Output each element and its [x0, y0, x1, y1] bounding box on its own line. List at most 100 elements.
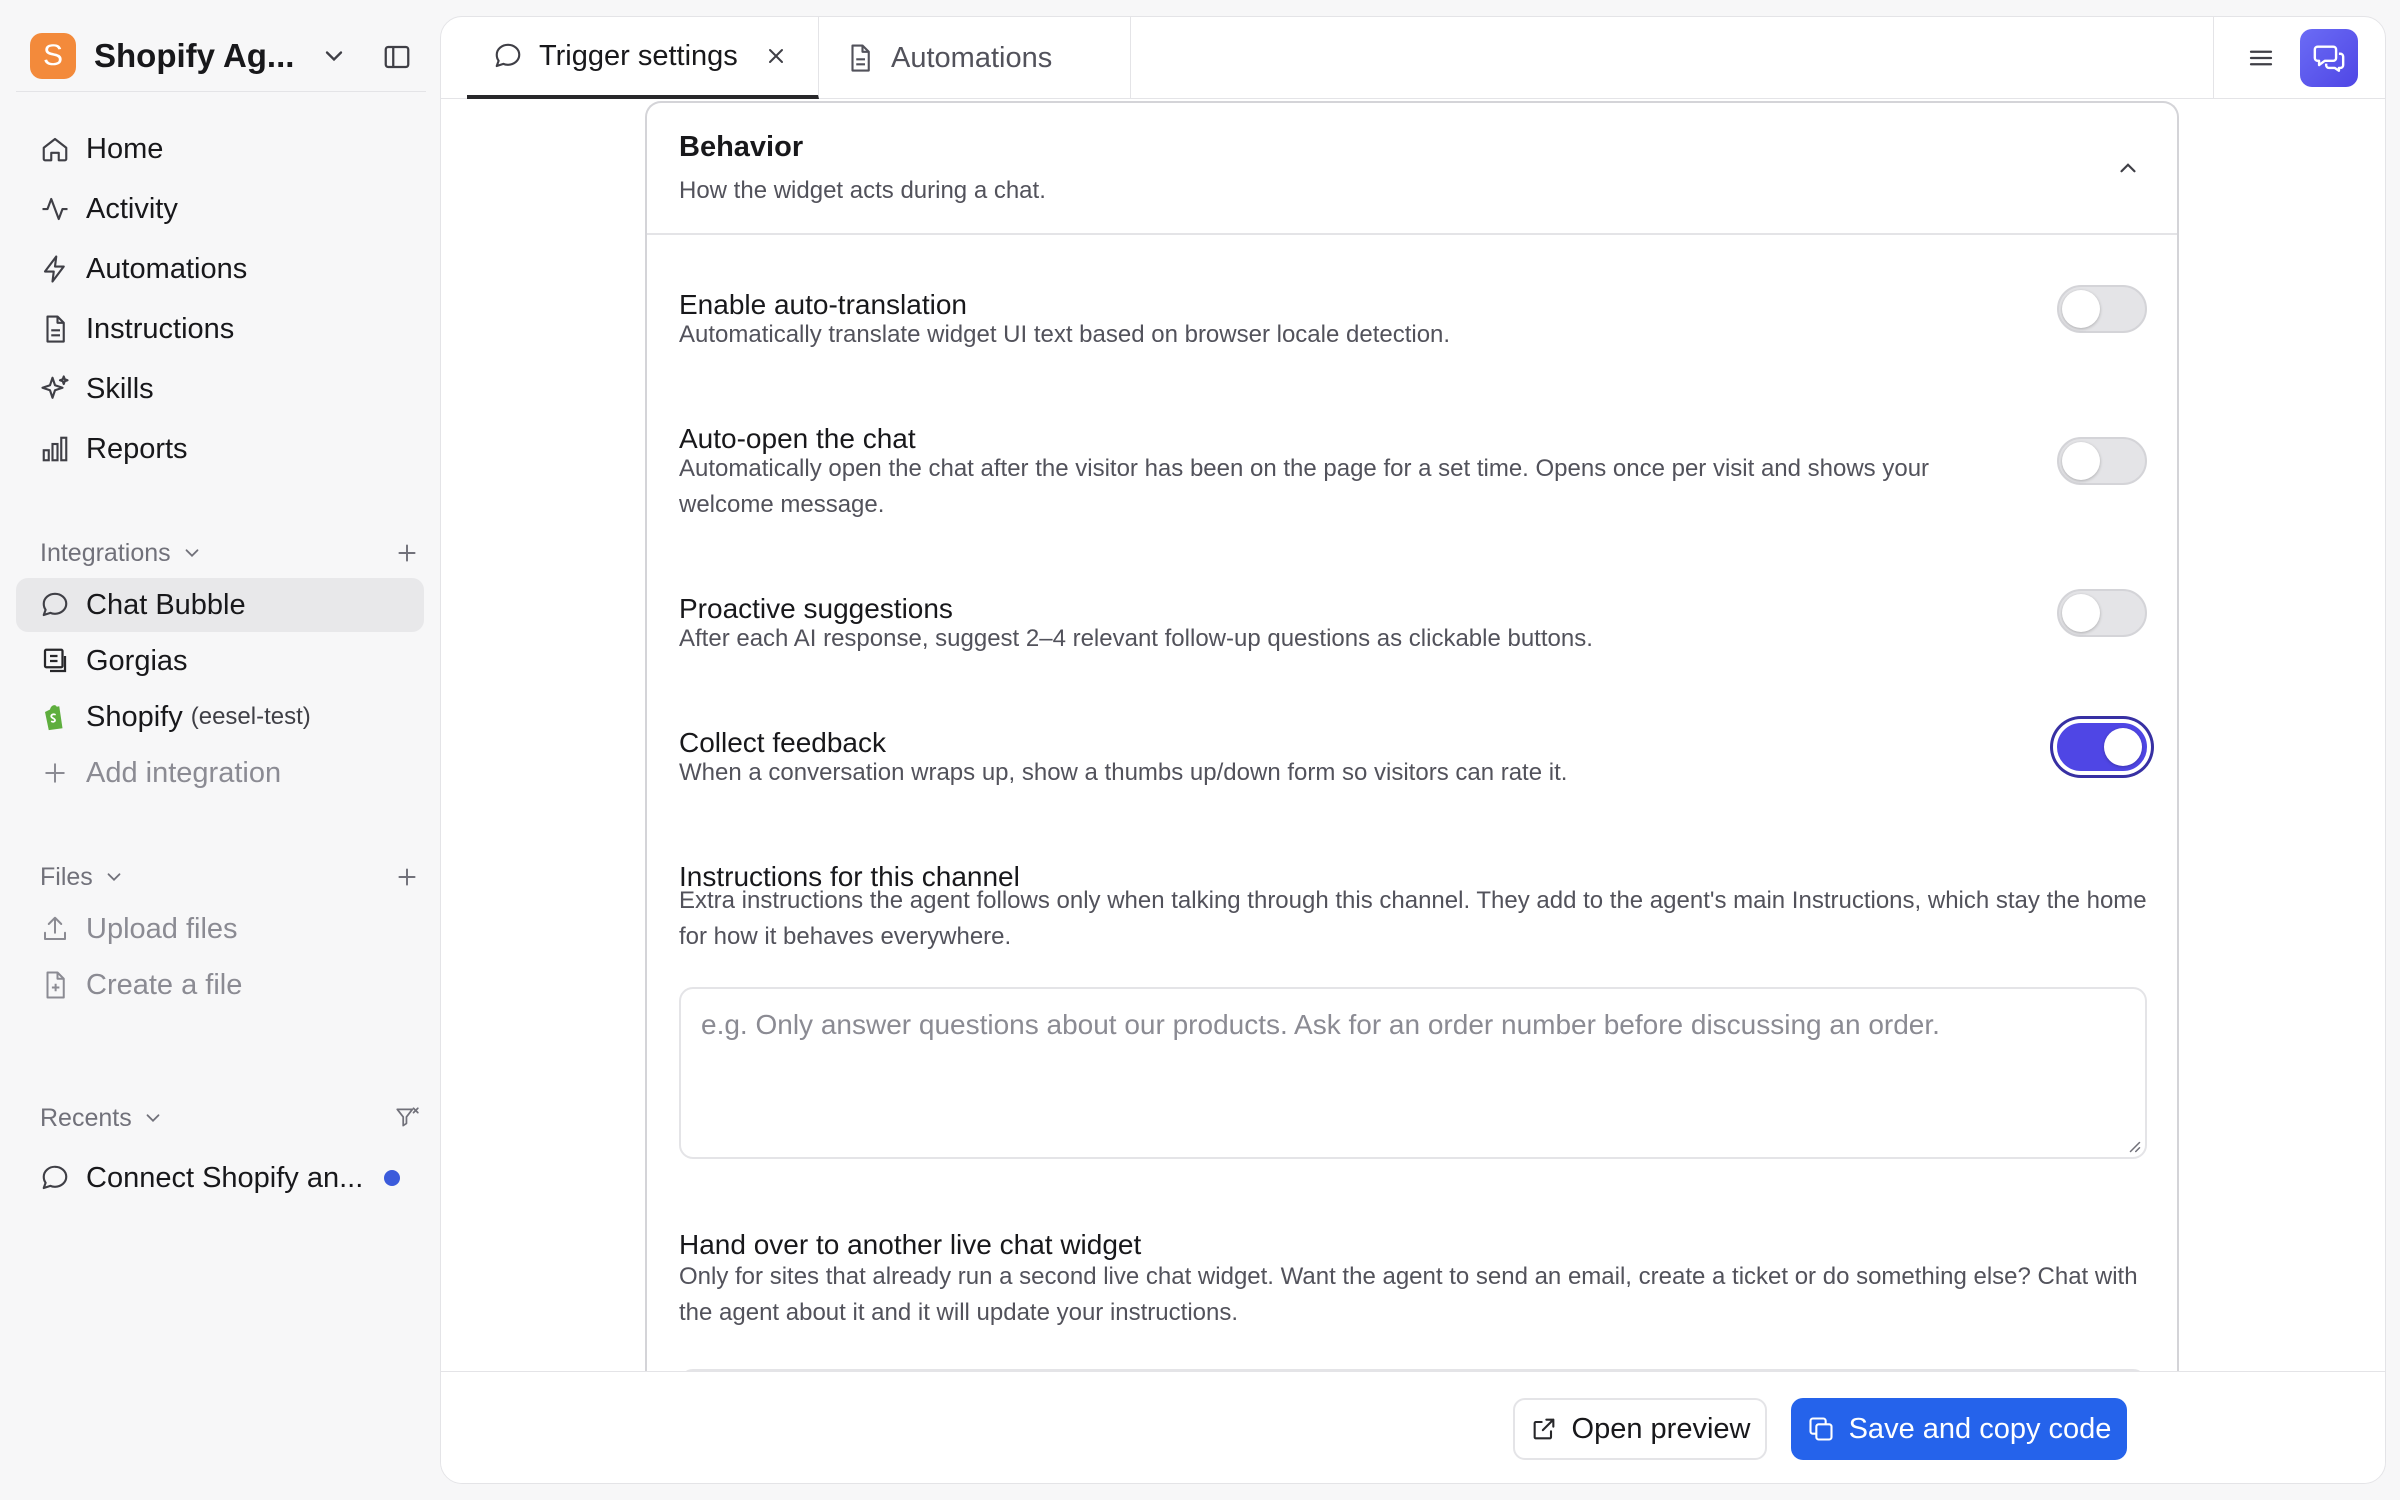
- toggle-knob: [2062, 594, 2100, 632]
- chevron-down-icon[interactable]: [320, 42, 348, 70]
- tab-automations[interactable]: Automations: [819, 17, 1131, 99]
- workspace-name: Shopify Ag...: [94, 36, 295, 74]
- sidebar-item-label: Shopify: [86, 700, 183, 733]
- button-label: Save and copy code: [1848, 1412, 2112, 1445]
- save-and-copy-button[interactable]: Save and copy code: [1791, 1398, 2127, 1460]
- chat-bubbles-icon: [2313, 45, 2345, 72]
- document-icon: [851, 44, 870, 72]
- chat-bubble-icon: [495, 43, 521, 68]
- shopify-store-name: (eesel-test): [190, 703, 311, 730]
- create-file-button[interactable]: Create a file: [16, 958, 424, 1012]
- plus-icon[interactable]: [394, 864, 420, 890]
- setting-description: After each AI response, suggest 2–4 rele…: [679, 625, 1593, 652]
- footer-bar: Open preview Save and copy code: [441, 1371, 2385, 1483]
- plus-icon[interactable]: [394, 540, 420, 566]
- sidebar-item-label: Activity: [86, 192, 178, 225]
- setting-description: Automatically open the chat after the vi…: [679, 455, 1930, 518]
- file-plus-icon: [46, 971, 65, 999]
- toggle-knob: [2062, 442, 2100, 480]
- chevron-up-icon[interactable]: [2115, 155, 2141, 181]
- unread-dot: [384, 1170, 400, 1186]
- button-label: Open preview: [1571, 1412, 1751, 1445]
- setting-description: Automatically translate widget UI text b…: [679, 321, 1451, 348]
- sidebar-item-activity[interactable]: Activity: [16, 182, 424, 236]
- sidebar-item-label: Chat Bubble: [86, 588, 246, 621]
- add-integration-button[interactable]: Add integration: [16, 746, 424, 800]
- sidebar-item-label: Gorgias: [86, 644, 188, 677]
- chat-bubble-icon: [42, 592, 68, 617]
- sidebar-item-label: Connect Shopify an...: [86, 1161, 364, 1194]
- section-title: Integrations: [40, 538, 171, 567]
- open-preview-button[interactable]: Open preview: [1513, 1398, 1767, 1460]
- workspace-logo: S: [30, 32, 76, 79]
- sidebar-item-chat-bubble[interactable]: Chat Bubble: [16, 578, 424, 632]
- recent-conversation-item[interactable]: Connect Shopify an...: [16, 1151, 424, 1205]
- recents-section-header[interactable]: Recents: [40, 1098, 420, 1138]
- resize-handle-icon[interactable]: [2123, 1135, 2141, 1153]
- sidebar-item-gorgias[interactable]: Gorgias: [16, 634, 424, 688]
- auto-translation-toggle[interactable]: [2057, 285, 2147, 333]
- sidebar-item-label: Add integration: [86, 756, 282, 789]
- sidebar-toggle-icon[interactable]: [382, 42, 412, 72]
- section-title: Recents: [40, 1103, 132, 1132]
- sidebar-item-home[interactable]: Home: [16, 122, 424, 176]
- toggle-knob: [2104, 728, 2142, 766]
- tab-label: Automations: [891, 41, 1053, 74]
- bar-chart-icon: [42, 436, 68, 462]
- instructions-description: Extra instructions the agent follows onl…: [679, 887, 2147, 950]
- sidebar-item-label: Upload files: [86, 912, 238, 945]
- upload-icon: [44, 916, 66, 940]
- chat-bubble-icon: [42, 1165, 68, 1190]
- chat-panel-button[interactable]: [2300, 29, 2358, 87]
- tab-actions: [2213, 17, 2385, 99]
- menu-icon[interactable]: [2246, 43, 2276, 73]
- proactive-suggestions-toggle[interactable]: [2057, 589, 2147, 637]
- sidebar-item-instructions[interactable]: Instructions: [16, 302, 424, 356]
- tab-label: Trigger settings: [539, 39, 738, 72]
- activity-icon: [42, 197, 68, 221]
- gorgias-icon: [43, 648, 67, 673]
- document-icon: [46, 315, 65, 343]
- section-title: Files: [40, 862, 93, 891]
- card-subtitle: How the widget acts during a chat.: [679, 177, 1046, 204]
- home-icon: [42, 137, 68, 162]
- handover-title: Hand over to another live chat widget: [679, 1229, 1142, 1260]
- setting-description: When a conversation wraps up, show a thu…: [679, 759, 1568, 786]
- sidebar-item-reports[interactable]: Reports: [16, 422, 424, 476]
- sidebar-item-label: Create a file: [86, 968, 243, 1001]
- textarea-placeholder: e.g. Only answer questions about our pro…: [701, 1009, 1940, 1040]
- sidebar-item-label: Home: [86, 132, 164, 165]
- copy-icon: [1809, 1417, 1833, 1441]
- behavior-card-header[interactable]: Behavior How the widget acts during a ch…: [647, 103, 2177, 235]
- upload-files-button[interactable]: Upload files: [16, 902, 424, 956]
- channel-instructions-textarea[interactable]: e.g. Only answer questions about our pro…: [679, 987, 2147, 1159]
- tab-bar: Trigger settings Automations: [441, 17, 2385, 99]
- chevron-down-icon: [185, 549, 199, 558]
- chevron-down-icon: [107, 873, 121, 882]
- sidebar-item-label: Skills: [86, 372, 154, 405]
- sidebar-item-automations[interactable]: Automations: [16, 242, 424, 296]
- integrations-section-header[interactable]: Integrations: [40, 533, 420, 573]
- sparkles-icon: [41, 375, 69, 399]
- plus-icon: [45, 763, 65, 783]
- shopify-icon: [45, 705, 63, 731]
- tab-trigger-settings[interactable]: Trigger settings: [467, 17, 819, 99]
- handover-description: Only for sites that already run a second…: [679, 1263, 2138, 1326]
- auto-open-toggle[interactable]: [2057, 437, 2147, 485]
- sidebar-item-shopify[interactable]: Shopify (eesel-test): [16, 690, 424, 744]
- files-section-header[interactable]: Files: [40, 857, 420, 897]
- workspace-switcher[interactable]: S Shopify Ag...: [16, 20, 426, 92]
- close-icon[interactable]: [764, 44, 788, 68]
- toggle-knob: [2062, 290, 2100, 328]
- filter-icon[interactable]: [394, 1105, 420, 1131]
- sidebar-item-skills[interactable]: Skills: [16, 362, 424, 416]
- main-panel: Trigger settings Automations Behavior Ho…: [440, 16, 2386, 1484]
- collect-feedback-toggle[interactable]: [2057, 723, 2147, 771]
- card-title: Behavior: [679, 131, 804, 163]
- lightning-icon: [43, 255, 65, 283]
- sidebar: S Shopify Ag... Home Activity Automation…: [0, 0, 440, 1500]
- sidebar-item-label: Instructions: [86, 312, 235, 345]
- sidebar-item-label: Reports: [86, 432, 188, 465]
- external-link-icon: [1533, 1418, 1554, 1440]
- behavior-card: Behavior How the widget acts during a ch…: [645, 101, 2179, 1401]
